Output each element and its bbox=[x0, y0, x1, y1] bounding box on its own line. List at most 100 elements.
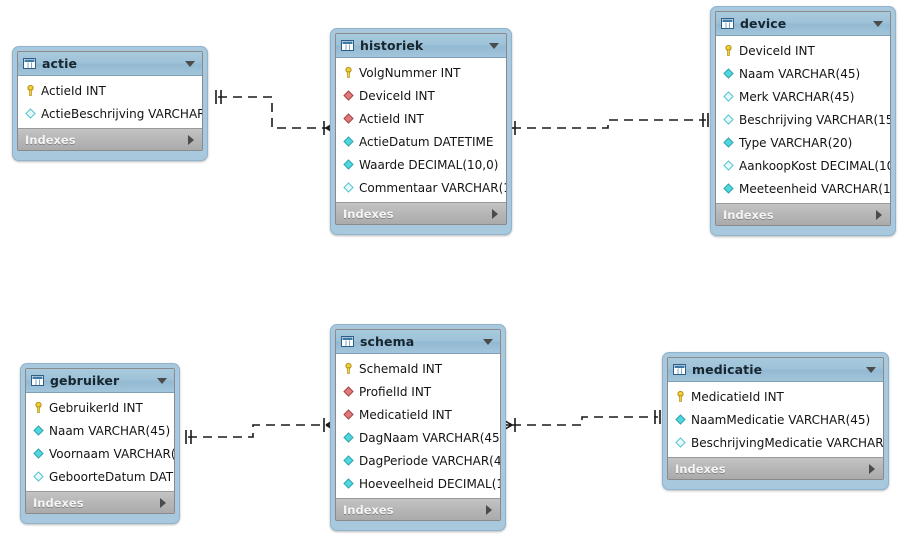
chevron-right-icon[interactable] bbox=[486, 504, 492, 515]
table-row[interactable]: Meeteenheid VARCHAR(10) bbox=[716, 177, 890, 200]
table-icon bbox=[341, 335, 354, 348]
column-list: VolgNummer INT DeviceId INT ActieId INT bbox=[336, 58, 506, 202]
table-header-historiek[interactable]: historiek bbox=[336, 34, 506, 58]
table-row[interactable]: ActieId INT bbox=[18, 79, 202, 102]
chevron-down-icon[interactable] bbox=[185, 60, 195, 67]
table-row[interactable]: MedicatieId INT bbox=[336, 403, 500, 426]
table-row[interactable]: Waarde DECIMAL(10,0) bbox=[336, 153, 506, 176]
chevron-right-icon[interactable] bbox=[876, 209, 882, 220]
table-header-medicatie[interactable]: medicatie bbox=[668, 358, 883, 382]
notnull-column-icon bbox=[722, 67, 735, 80]
nullable-column-icon bbox=[674, 436, 687, 449]
chevron-down-icon[interactable] bbox=[866, 366, 876, 373]
table-row[interactable]: Naam VARCHAR(45) bbox=[26, 419, 174, 442]
table-gebruiker[interactable]: gebruiker GebruikerId INT Naam VARCHAR(4… bbox=[20, 363, 180, 524]
table-row[interactable]: DagPeriode VARCHAR(45) bbox=[336, 449, 500, 472]
nullable-column-icon bbox=[32, 470, 45, 483]
notnull-column-icon bbox=[722, 136, 735, 149]
chevron-right-icon[interactable] bbox=[160, 497, 166, 508]
table-row[interactable]: DeviceId INT bbox=[716, 39, 890, 62]
chevron-down-icon[interactable] bbox=[873, 20, 883, 27]
table-row[interactable]: DeviceId INT bbox=[336, 84, 506, 107]
table-device[interactable]: device DeviceId INT Naam VARCHAR(45) Mer… bbox=[710, 6, 896, 236]
foreign-key-icon bbox=[342, 89, 355, 102]
relationship-actie-historiek bbox=[215, 90, 339, 136]
table-row[interactable]: GebruikerId INT bbox=[26, 396, 174, 419]
column-label: VolgNummer INT bbox=[359, 65, 461, 80]
indexes-bar-gebruiker[interactable]: Indexes bbox=[26, 491, 174, 513]
table-row[interactable]: Voornaam VARCHAR(45) bbox=[26, 442, 174, 465]
table-row[interactable]: MedicatieId INT bbox=[668, 385, 883, 408]
primary-key-icon bbox=[24, 84, 37, 97]
primary-key-icon bbox=[342, 362, 355, 375]
indexes-label: Indexes bbox=[675, 461, 726, 476]
table-row[interactable]: Type VARCHAR(20) bbox=[716, 131, 890, 154]
nullable-column-icon bbox=[722, 159, 735, 172]
notnull-column-icon bbox=[722, 182, 735, 195]
primary-key-icon bbox=[674, 390, 687, 403]
table-header-actie[interactable]: actie bbox=[18, 52, 202, 76]
table-schema[interactable]: schema SchemaId INT ProfielId INT Medica… bbox=[330, 324, 506, 531]
relationship-schema-medicatie bbox=[499, 410, 661, 433]
indexes-bar-actie[interactable]: Indexes bbox=[18, 128, 202, 150]
notnull-column-icon bbox=[342, 135, 355, 148]
table-historiek[interactable]: historiek VolgNummer INT DeviceId INT Ac… bbox=[330, 28, 512, 235]
indexes-bar-historiek[interactable]: Indexes bbox=[336, 202, 506, 224]
column-list: ActieId INT ActieBeschrijving VARCHAR(15… bbox=[18, 76, 202, 128]
column-label: ActieBeschrijving VARCHAR(150) bbox=[41, 106, 202, 121]
table-actie[interactable]: actie ActieId INT ActieBeschrijving VARC… bbox=[12, 46, 208, 161]
column-label: NaamMedicatie VARCHAR(45) bbox=[691, 412, 871, 427]
chevron-down-icon[interactable] bbox=[157, 377, 167, 384]
column-list: DeviceId INT Naam VARCHAR(45) Merk VARCH… bbox=[716, 36, 890, 203]
table-row[interactable]: VolgNummer INT bbox=[336, 61, 506, 84]
table-row[interactable]: DagNaam VARCHAR(45) bbox=[336, 426, 500, 449]
table-name: medicatie bbox=[692, 362, 763, 377]
column-label: Naam VARCHAR(45) bbox=[739, 66, 861, 81]
notnull-column-icon bbox=[32, 447, 45, 460]
er-diagram-canvas[interactable]: actie ActieId INT ActieBeschrijving VARC… bbox=[0, 0, 916, 543]
chevron-right-icon[interactable] bbox=[869, 463, 875, 474]
table-row[interactable]: Commentaar VARCHAR(150) bbox=[336, 176, 506, 199]
foreign-key-icon bbox=[342, 408, 355, 421]
indexes-bar-device[interactable]: Indexes bbox=[716, 203, 890, 225]
table-name: historiek bbox=[360, 38, 424, 53]
column-list: SchemaId INT ProfielId INT MedicatieId I… bbox=[336, 354, 500, 498]
column-label: Meeteenheid VARCHAR(10) bbox=[739, 181, 891, 196]
table-row[interactable]: SchemaId INT bbox=[336, 357, 500, 380]
table-row[interactable]: Beschrijving VARCHAR(150) bbox=[716, 108, 890, 131]
table-row[interactable]: ProfielId INT bbox=[336, 380, 500, 403]
table-row[interactable]: Hoeveelheid DECIMAL(10,0) bbox=[336, 472, 500, 495]
indexes-label: Indexes bbox=[343, 502, 394, 517]
chevron-down-icon[interactable] bbox=[489, 42, 499, 49]
column-label: GeboorteDatum DATE bbox=[49, 469, 175, 484]
table-medicatie[interactable]: medicatie MedicatieId INT NaamMedicatie … bbox=[662, 352, 889, 490]
column-label: AankoopKost DECIMAL(10,0) bbox=[739, 158, 890, 173]
table-row[interactable]: ActieBeschrijving VARCHAR(150) bbox=[18, 102, 202, 125]
table-header-device[interactable]: device bbox=[716, 12, 890, 36]
table-row[interactable]: BeschrijvingMedicatie VARCHAR(150) bbox=[668, 431, 883, 454]
table-row[interactable]: ActieId INT bbox=[336, 107, 506, 130]
table-row[interactable]: GeboorteDatum DATE bbox=[26, 465, 174, 488]
table-row[interactable]: AankoopKost DECIMAL(10,0) bbox=[716, 154, 890, 177]
chevron-right-icon[interactable] bbox=[492, 208, 498, 219]
chevron-right-icon[interactable] bbox=[188, 134, 194, 145]
notnull-column-icon bbox=[342, 431, 355, 444]
indexes-bar-schema[interactable]: Indexes bbox=[336, 498, 500, 520]
relationship-historiek-device bbox=[499, 113, 709, 136]
indexes-bar-medicatie[interactable]: Indexes bbox=[668, 457, 883, 479]
chevron-down-icon[interactable] bbox=[483, 338, 493, 345]
column-list: GebruikerId INT Naam VARCHAR(45) Voornaa… bbox=[26, 393, 174, 491]
column-label: ActieDatum DATETIME bbox=[359, 134, 494, 149]
table-row[interactable]: Naam VARCHAR(45) bbox=[716, 62, 890, 85]
column-list: MedicatieId INT NaamMedicatie VARCHAR(45… bbox=[668, 382, 883, 457]
table-header-gebruiker[interactable]: gebruiker bbox=[26, 369, 174, 393]
table-row[interactable]: NaamMedicatie VARCHAR(45) bbox=[668, 408, 883, 431]
column-label: SchemaId INT bbox=[359, 361, 443, 376]
primary-key-icon bbox=[722, 44, 735, 57]
notnull-column-icon bbox=[674, 413, 687, 426]
table-row[interactable]: ActieDatum DATETIME bbox=[336, 130, 506, 153]
column-label: DagPeriode VARCHAR(45) bbox=[359, 453, 501, 468]
column-label: DeviceId INT bbox=[359, 88, 435, 103]
table-header-schema[interactable]: schema bbox=[336, 330, 500, 354]
table-row[interactable]: Merk VARCHAR(45) bbox=[716, 85, 890, 108]
